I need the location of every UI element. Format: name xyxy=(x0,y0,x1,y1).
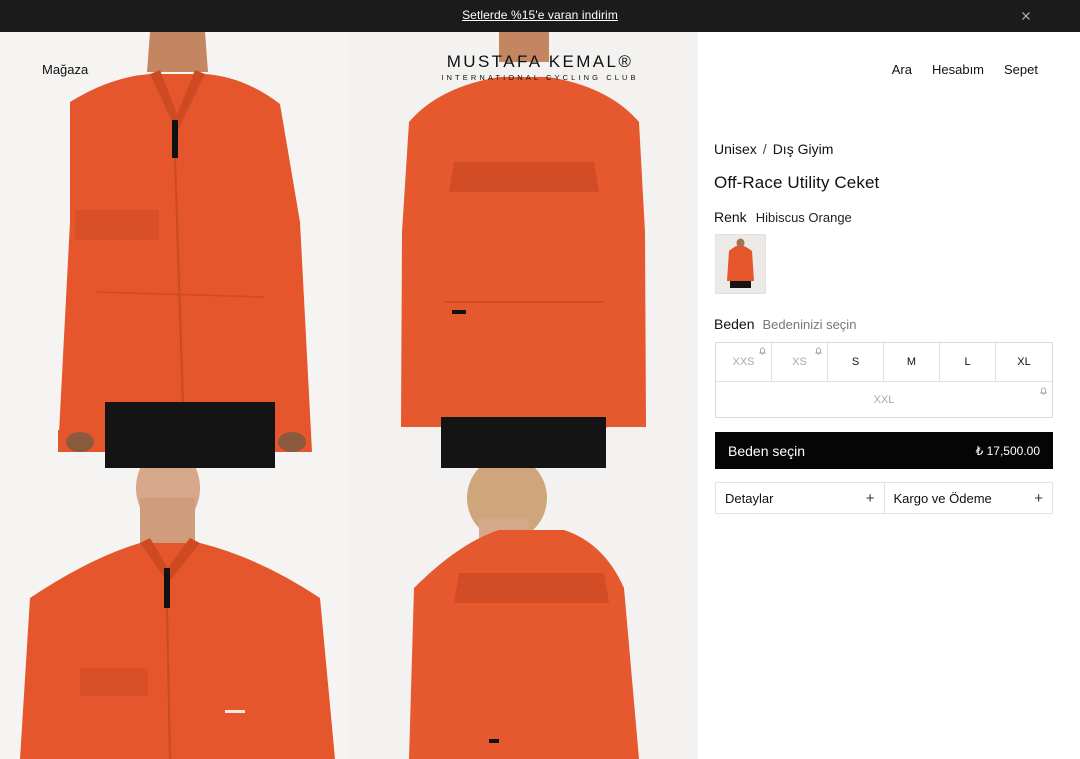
nav-shop-link[interactable]: Mağaza xyxy=(42,62,88,77)
plus-icon: + xyxy=(1034,489,1043,507)
nav-search-link[interactable]: Ara xyxy=(892,62,912,77)
accordion-shipping-label: Kargo ve Ödeme xyxy=(893,490,992,506)
color-row: Renk Hibiscus Orange xyxy=(714,209,852,225)
add-to-cart-button[interactable]: Beden seçin ₺ 17,500.00 xyxy=(715,432,1053,469)
size-option-label: XL xyxy=(1017,356,1031,368)
breadcrumb: Unisex / Dış Giyim xyxy=(714,141,833,157)
size-option-m[interactable]: M xyxy=(884,343,940,381)
info-accordions: Detaylar + Kargo ve Ödeme + xyxy=(715,482,1053,514)
size-option-l[interactable]: L xyxy=(940,343,996,381)
announcement-link[interactable]: Setlerde %15'e varan indirim xyxy=(0,8,1080,22)
size-option-s[interactable]: S xyxy=(828,343,884,381)
size-option-label: XXS xyxy=(732,356,755,368)
size-header: Beden Bedeninizi seçin xyxy=(714,316,856,332)
breadcrumb-separator: / xyxy=(762,141,767,157)
size-hint: Bedeninizi seçin xyxy=(762,317,857,332)
nav-cart-link[interactable]: Sepet xyxy=(1004,62,1038,77)
accordion-details[interactable]: Detaylar + xyxy=(715,482,885,514)
close-icon[interactable] xyxy=(1018,8,1034,24)
product-image-front-model[interactable] xyxy=(0,468,349,759)
breadcrumb-item-unisex[interactable]: Unisex xyxy=(714,141,757,157)
brand-logo[interactable]: MUSTAFA KEMAL® INTERNATIONAL CYCLING CLU… xyxy=(440,52,640,82)
product-title: Off-Race Utility Ceket xyxy=(714,173,880,192)
size-option-label: L xyxy=(964,356,971,368)
size-option-xs[interactable]: XS xyxy=(772,343,828,381)
bell-icon xyxy=(1040,387,1047,395)
header-nav: Ara Hesabım Sepet xyxy=(892,62,1038,77)
color-swatch-hibiscus-orange[interactable] xyxy=(715,234,766,294)
size-option-label: XXL xyxy=(873,393,895,406)
product-image-front[interactable] xyxy=(0,32,349,468)
size-label: Beden xyxy=(714,316,755,332)
logo-tagline: INTERNATIONAL CYCLING CLUB xyxy=(441,73,639,82)
product-gallery xyxy=(0,32,698,759)
bell-icon xyxy=(759,347,766,355)
size-option-xxl[interactable]: XXL xyxy=(716,381,1052,417)
logo-wordmark: MUSTAFA KEMAL® xyxy=(446,52,634,71)
size-option-xl[interactable]: XL xyxy=(996,343,1052,381)
nav-account-link[interactable]: Hesabım xyxy=(932,62,984,77)
product-image-back[interactable] xyxy=(349,32,698,468)
size-selector: XXS XS S M L XL XXL xyxy=(715,342,1053,418)
breadcrumb-item-outerwear[interactable]: Dış Giyim xyxy=(773,141,834,157)
size-option-xxs[interactable]: XXS xyxy=(716,343,772,381)
product-image-back-model[interactable] xyxy=(349,468,698,759)
plus-icon: + xyxy=(865,489,875,507)
color-label: Renk xyxy=(714,209,747,225)
size-option-label: M xyxy=(906,356,917,368)
color-value: Hibiscus Orange xyxy=(755,210,852,225)
bell-icon xyxy=(815,347,822,355)
size-option-label: S xyxy=(851,356,860,368)
product-price: ₺ 17,500.00 xyxy=(975,443,1040,458)
announcement-bar: Setlerde %15'e varan indirim xyxy=(0,0,1080,32)
accordion-details-label: Detaylar xyxy=(725,490,774,506)
cta-label: Beden seçin xyxy=(728,442,806,459)
size-option-label: XS xyxy=(792,356,807,368)
accordion-shipping-payment[interactable]: Kargo ve Ödeme + xyxy=(884,482,1053,514)
